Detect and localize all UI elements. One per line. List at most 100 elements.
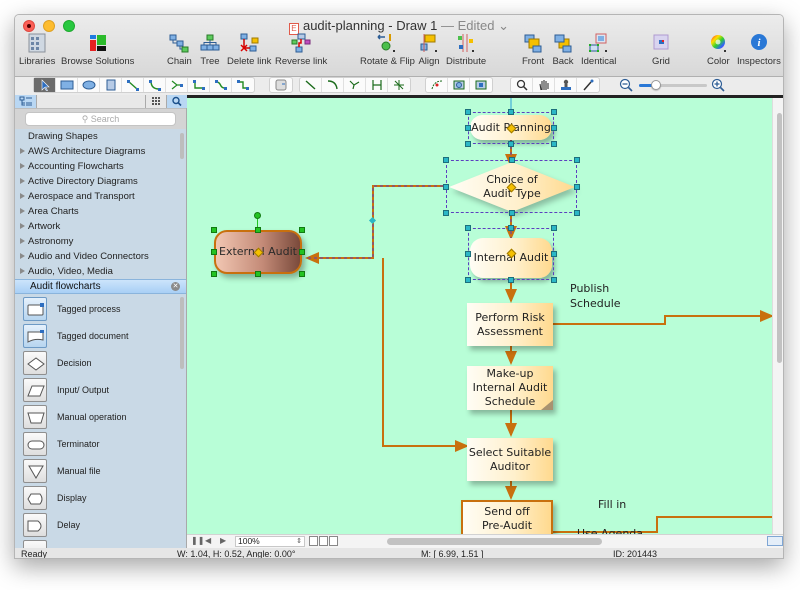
resize-handle[interactable]: [574, 183, 580, 190]
zoom-level-select[interactable]: 100% ⇕: [235, 536, 305, 547]
grid-button[interactable]: Grid: [650, 33, 672, 67]
resize-handle[interactable]: [508, 210, 515, 216]
tagged-document-icon[interactable]: [23, 324, 47, 348]
resize-handle[interactable]: [443, 210, 449, 216]
tagged-process-icon[interactable]: [23, 297, 47, 321]
resize-handle[interactable]: [465, 251, 471, 257]
shape-item-manual-operation[interactable]: Manual operation: [15, 404, 183, 431]
tree-button[interactable]: Tree: [199, 33, 221, 67]
resize-handle[interactable]: [508, 225, 514, 231]
line-tool-button[interactable]: [300, 78, 322, 92]
hand-tool-button[interactable]: [533, 78, 555, 92]
library-item[interactable]: Accounting Flowcharts: [15, 159, 183, 174]
close-library-button[interactable]: ✕: [171, 282, 180, 291]
input-output-icon[interactable]: [23, 378, 47, 402]
shape-item-display[interactable]: Display: [15, 485, 183, 512]
resize-handle[interactable]: [551, 225, 557, 231]
shape-item-decision[interactable]: Decision: [15, 350, 183, 377]
disclosure-triangle-icon[interactable]: [20, 148, 25, 154]
ellipse-tool-button[interactable]: [78, 78, 100, 92]
edit-points-button[interactable]: [426, 78, 448, 92]
view-mode-button-1[interactable]: [309, 536, 318, 546]
connector-choice-to-external[interactable]: [305, 185, 449, 264]
reverse-link-button[interactable]: Reverse link: [275, 33, 327, 67]
resize-handle[interactable]: [465, 225, 471, 231]
resize-handle[interactable]: [508, 157, 515, 163]
library-item[interactable]: Aerospace and Transport: [15, 189, 183, 204]
eyedropper-tool-button[interactable]: [577, 78, 599, 92]
curve-connector-tool-button[interactable]: [210, 78, 232, 92]
library-item[interactable]: Artwork: [15, 219, 183, 234]
resize-handle[interactable]: [443, 183, 449, 190]
horizontal-scroll-thumb[interactable]: [387, 538, 602, 545]
fit-page-button[interactable]: [767, 536, 783, 546]
orthogonal-connector-tool-button[interactable]: [188, 78, 210, 92]
resize-handle[interactable]: [574, 157, 580, 163]
shape-item-delay[interactable]: Delay: [15, 512, 183, 539]
library-grid-view-button[interactable]: [145, 95, 165, 108]
disclosure-triangle-icon[interactable]: [20, 223, 25, 229]
resize-handle[interactable]: [299, 249, 305, 255]
disclosure-triangle-icon[interactable]: [20, 253, 25, 259]
resize-handle[interactable]: [551, 109, 557, 115]
libraries-button[interactable]: Libraries: [19, 33, 55, 67]
resize-handle[interactable]: [211, 249, 217, 255]
rotation-handle[interactable]: [254, 212, 261, 219]
zoom-in-button[interactable]: [711, 78, 725, 92]
library-search-toggle-button[interactable]: [166, 95, 187, 108]
align-button[interactable]: Align: [418, 33, 440, 67]
shape-thumbnail[interactable]: [23, 540, 47, 548]
zoom-slider[interactable]: [639, 80, 707, 90]
pause-icon[interactable]: ❚❚: [191, 536, 204, 545]
inspectors-button[interactable]: i Inspectors: [737, 33, 781, 67]
resize-handle[interactable]: [255, 271, 261, 277]
resize-handle[interactable]: [443, 157, 449, 163]
canvas-vertical-scrollbar[interactable]: [772, 98, 783, 534]
resize-handle[interactable]: [465, 277, 471, 283]
library-item[interactable]: Area Charts: [15, 204, 183, 219]
distribute-button[interactable]: Distribute: [446, 33, 486, 67]
library-item[interactable]: Audio and Video Connectors: [15, 249, 183, 264]
disclosure-triangle-icon[interactable]: [20, 238, 25, 244]
zoom-slider-knob[interactable]: [651, 80, 661, 90]
connector-publish-schedule[interactable]: [552, 310, 772, 325]
back-button[interactable]: Back: [552, 33, 574, 67]
previous-page-button[interactable]: ◀: [205, 536, 211, 545]
edited-status[interactable]: — Edited: [441, 18, 494, 33]
resize-handle[interactable]: [551, 125, 557, 131]
chain-button[interactable]: Chain: [167, 33, 192, 67]
resize-handle[interactable]: [551, 277, 557, 283]
resize-handle[interactable]: [551, 141, 557, 147]
label-fill-in[interactable]: Fill in: [598, 497, 626, 512]
node-send-off-pre-audit-questionnaire[interactable]: Send off Pre-Audit Questionnaire: [461, 500, 553, 534]
shape-item-tagged-document[interactable]: Tagged document: [15, 323, 183, 350]
direct-connector-tool-button[interactable]: [122, 78, 144, 92]
library-search-input[interactable]: ⚲ Search: [25, 112, 176, 126]
connector-to-select-auditor[interactable]: [382, 258, 469, 452]
view-mode-button-3[interactable]: [329, 536, 338, 546]
delay-icon[interactable]: [23, 513, 47, 537]
library-item[interactable]: Drawing Shapes: [15, 129, 183, 144]
resize-handle[interactable]: [508, 109, 514, 115]
rectangle-tool-button[interactable]: [56, 78, 78, 92]
zoom-selection-button[interactable]: [448, 78, 470, 92]
round-connector-tool-button[interactable]: [232, 78, 254, 92]
resize-handle[interactable]: [508, 141, 514, 147]
terminator-icon[interactable]: [23, 432, 47, 456]
library-list-scrollbar[interactable]: [180, 133, 184, 159]
resize-handle[interactable]: [574, 210, 580, 216]
label-use-agenda[interactable]: Use Agenda: [577, 526, 643, 534]
text-box-tool-button[interactable]: [100, 78, 122, 92]
decision-icon[interactable]: [23, 351, 47, 375]
stamp-tool-button[interactable]: [555, 78, 577, 92]
disclosure-triangle-icon[interactable]: [20, 268, 25, 274]
disclosure-triangle-icon[interactable]: [20, 208, 25, 214]
node-perform-risk-assessment[interactable]: Perform Risk Assessment: [467, 303, 553, 346]
display-icon[interactable]: [23, 486, 47, 510]
manual-operation-icon[interactable]: [23, 405, 47, 429]
node-makeup-internal-audit-schedule[interactable]: Make-up Internal Audit Schedule: [467, 366, 553, 410]
library-tree-view-button[interactable]: [15, 95, 37, 108]
spline-tool-button[interactable]: [388, 78, 410, 92]
resize-handle[interactable]: [299, 227, 305, 233]
next-page-button[interactable]: ▶: [220, 536, 226, 545]
